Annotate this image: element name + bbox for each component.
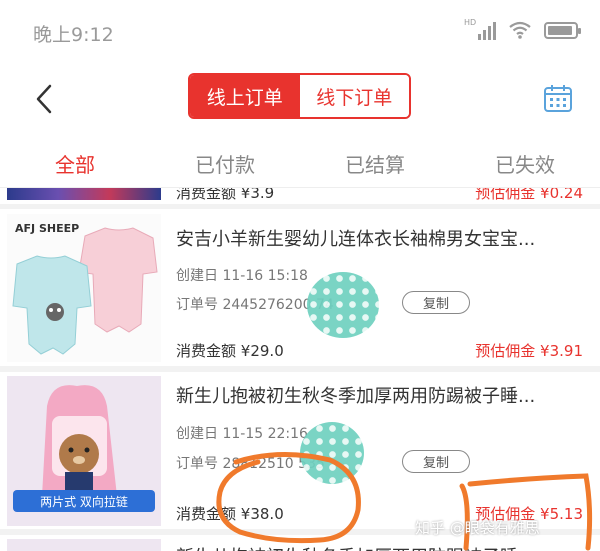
signal-icon: HD <box>464 18 496 40</box>
tab-all[interactable]: 全部 <box>0 136 150 187</box>
product-title: 新生儿抱被初生秋冬季加厚两用防踢被子睡... <box>176 386 536 407</box>
amount-row: 消费金额 ¥29.0 <box>176 342 284 360</box>
tab-paid[interactable]: 已付款 <box>150 136 300 187</box>
amount-row: 消费金额 ¥3.9 <box>176 188 274 203</box>
network-badge: HD <box>464 18 477 27</box>
tab-offline-orders[interactable]: 线下订单 <box>299 75 409 117</box>
battery-icon <box>544 21 581 39</box>
status-time: 晚上9:12 <box>33 24 114 46</box>
product-thumbnail <box>7 539 161 551</box>
copy-button[interactable]: 复制 <box>402 291 470 314</box>
commission-value: ¥5.13 <box>540 505 583 523</box>
product-thumbnail <box>7 188 161 200</box>
commission-row: 预估佣金 ¥3.91 <box>475 342 583 360</box>
order-type-switch: 线上订单 线下订单 <box>188 73 411 119</box>
status-filter-tabs: 全部 已付款 已结算 已失效 <box>0 136 600 188</box>
amount-value: ¥3.9 <box>240 188 275 202</box>
created-date: 创建日 11-15 22:16 <box>176 426 308 442</box>
order-card[interactable]: AFJ SHEEP 安吉小羊新生婴幼儿连体衣长袖棉男女宝宝... 创建日 11-… <box>0 209 600 366</box>
tab-online-orders[interactable]: 线上订单 <box>190 75 300 117</box>
calendar-icon[interactable] <box>543 83 573 113</box>
created-date: 创建日 11-16 15:18 <box>176 268 308 284</box>
tab-settled[interactable]: 已结算 <box>300 136 450 187</box>
commission-value: ¥3.91 <box>540 342 583 360</box>
amount-value: ¥29.0 <box>240 342 284 360</box>
redaction-spot <box>300 422 364 484</box>
back-icon[interactable] <box>30 82 60 116</box>
order-card[interactable]: 消费金额 ¥3.9 预估佣金 ¥0.24 <box>0 188 600 204</box>
watermark: 知乎 @眼袋有雅思 <box>415 519 540 537</box>
product-thumbnail: AFJ SHEEP <box>7 214 161 362</box>
brand-logo: AFJ SHEEP <box>15 222 79 235</box>
order-list: 消费金额 ¥3.9 预估佣金 ¥0.24 AFJ SHEEP 安吉小羊新生婴幼儿… <box>0 188 600 551</box>
amount-row: 消费金额 ¥38.0 <box>176 505 284 523</box>
status-bar: 晚上9:12 HD <box>0 0 600 62</box>
status-icons: HD <box>464 18 581 40</box>
product-title: 安吉小羊新生婴幼儿连体衣长袖棉男女宝宝... <box>176 229 536 250</box>
commission-value: ¥0.24 <box>540 188 583 202</box>
header: 线上订单 线下订单 <box>0 62 600 136</box>
product-thumbnail: 两片式 双向拉链 <box>7 376 161 526</box>
tab-expired[interactable]: 已失效 <box>450 136 600 187</box>
copy-button[interactable]: 复制 <box>402 450 470 473</box>
redaction-spot <box>307 272 379 338</box>
product-title: 新生儿抱被初生秋冬季加厚两用防踢被子睡... <box>176 543 576 551</box>
amount-value: ¥38.0 <box>240 505 284 523</box>
wifi-icon <box>509 21 531 39</box>
product-badge: 两片式 双向拉链 <box>40 494 128 509</box>
commission-row: 预估佣金 ¥0.24 <box>475 188 583 203</box>
